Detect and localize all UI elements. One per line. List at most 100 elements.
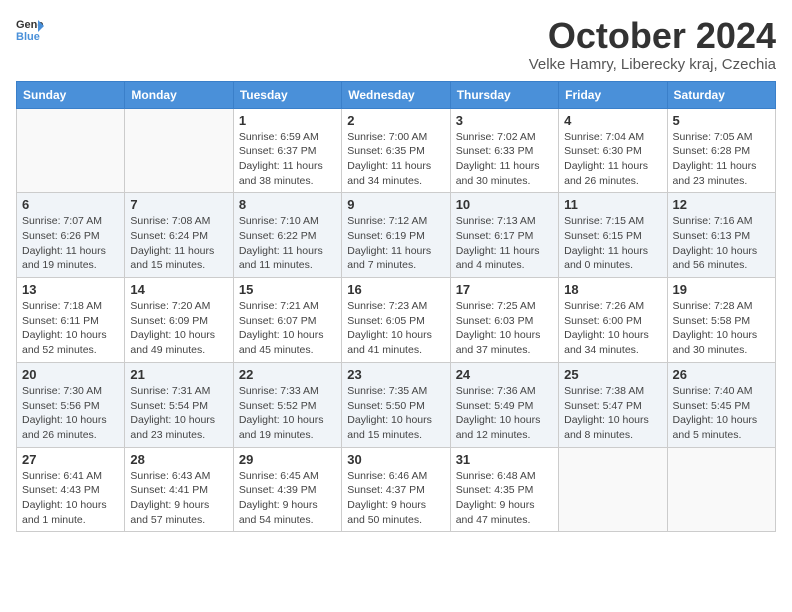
day-info: Sunrise: 7:13 AMSunset: 6:17 PMDaylight:…: [456, 214, 553, 273]
week-row-2: 6Sunrise: 7:07 AMSunset: 6:26 PMDaylight…: [17, 193, 776, 278]
title-block: October 2024 Velke Hamry, Liberecky kraj…: [529, 16, 776, 73]
weekday-header-wednesday: Wednesday: [342, 81, 450, 108]
svg-text:Blue: Blue: [16, 31, 40, 43]
day-number: 13: [22, 282, 119, 297]
calendar-cell: 21Sunrise: 7:31 AMSunset: 5:54 PMDayligh…: [125, 362, 233, 447]
calendar-cell: 26 Sunrise: 7:40 AMSunset: 5:45 PMDayligh…: [667, 362, 775, 447]
calendar-cell: 18Sunrise: 7:26 AMSunset: 6:00 PMDayligh…: [559, 278, 667, 363]
day-number: 3: [456, 113, 553, 128]
day-info: Sunrise: 7:02 AMSunset: 6:33 PMDaylight:…: [456, 130, 553, 189]
day-info: Sunrise: 7:16 AMSunset: 6:13 PMDaylight:…: [673, 214, 770, 273]
weekday-header-monday: Monday: [125, 81, 233, 108]
calendar-cell: [667, 447, 775, 532]
day-number: 27: [22, 452, 119, 467]
day-info: Sunrise: 7:15 AMSunset: 6:15 PMDaylight:…: [564, 214, 661, 273]
day-info: Sunrise: 6:46 AMSunset: 4:37 PMDaylight:…: [347, 469, 444, 528]
day-info: Sunrise: 7:30 AMSunset: 5:56 PMDaylight:…: [22, 384, 119, 443]
calendar: SundayMondayTuesdayWednesdayThursdayFrid…: [16, 81, 776, 533]
day-number: 30: [347, 452, 444, 467]
day-number: 22: [239, 367, 336, 382]
day-number: 18: [564, 282, 661, 297]
calendar-cell: 16Sunrise: 7:23 AMSunset: 6:05 PMDayligh…: [342, 278, 450, 363]
day-info: Sunrise: 7:00 AMSunset: 6:35 PMDaylight:…: [347, 130, 444, 189]
day-info: Sunrise: 6:43 AMSunset: 4:41 PMDaylight:…: [130, 469, 227, 528]
calendar-cell: 20 Sunrise: 7:30 AMSunset: 5:56 PMDayligh…: [17, 362, 125, 447]
logo-icon: General Blue: [16, 16, 44, 44]
day-info: Sunrise: 6:59 AMSunset: 6:37 PMDaylight:…: [239, 130, 336, 189]
day-number: 17: [456, 282, 553, 297]
day-number: 25: [564, 367, 661, 382]
day-number: 31: [456, 452, 553, 467]
day-number: 1: [239, 113, 336, 128]
day-info: Sunrise: 7:12 AMSunset: 6:19 PMDaylight:…: [347, 214, 444, 273]
day-info: Sunrise: 7:31 AMSunset: 5:54 PMDaylight:…: [130, 384, 227, 443]
day-info: Sunrise: 6:41 AMSunset: 4:43 PMDaylight:…: [22, 469, 119, 528]
week-row-5: 27 Sunrise: 6:41 AMSunset: 4:43 PMDayligh…: [17, 447, 776, 532]
day-info: Sunrise: 7:18 AMSunset: 6:11 PMDaylight:…: [22, 299, 119, 358]
calendar-cell: 22 Sunrise: 7:33 AMSunset: 5:52 PMDayligh…: [233, 362, 341, 447]
calendar-cell: 3 Sunrise: 7:02 AMSunset: 6:33 PMDaylight…: [450, 108, 558, 193]
location: Velke Hamry, Liberecky kraj, Czechia: [529, 56, 776, 73]
weekday-header-thursday: Thursday: [450, 81, 558, 108]
weekday-header-row: SundayMondayTuesdayWednesdayThursdayFrid…: [17, 81, 776, 108]
calendar-cell: 23 Sunrise: 7:35 AMSunset: 5:50 PMDayligh…: [342, 362, 450, 447]
day-number: 29: [239, 452, 336, 467]
logo: General Blue: [16, 16, 44, 44]
day-info: Sunrise: 7:08 AMSunset: 6:24 PMDaylight:…: [130, 214, 227, 273]
day-number: 2: [347, 113, 444, 128]
month-title: October 2024: [529, 16, 776, 56]
calendar-cell: 27 Sunrise: 6:41 AMSunset: 4:43 PMDayligh…: [17, 447, 125, 532]
day-number: 5: [673, 113, 770, 128]
calendar-cell: 10 Sunrise: 7:13 AMSunset: 6:17 PMDayligh…: [450, 193, 558, 278]
day-info: Sunrise: 7:35 AMSunset: 5:50 PMDaylight:…: [347, 384, 444, 443]
day-number: 10: [456, 197, 553, 212]
calendar-cell: 28 Sunrise: 6:43 AMSunset: 4:41 PMDayligh…: [125, 447, 233, 532]
calendar-cell: 8 Sunrise: 7:10 AMSunset: 6:22 PMDaylight…: [233, 193, 341, 278]
calendar-cell: [17, 108, 125, 193]
day-number: 24: [456, 367, 553, 382]
calendar-cell: [125, 108, 233, 193]
weekday-header-saturday: Saturday: [667, 81, 775, 108]
calendar-cell: 29Sunrise: 6:45 AMSunset: 4:39 PMDayligh…: [233, 447, 341, 532]
day-number: 4: [564, 113, 661, 128]
calendar-cell: 2 Sunrise: 7:00 AMSunset: 6:35 PMDaylight…: [342, 108, 450, 193]
day-number: 12: [673, 197, 770, 212]
day-number: 26: [673, 367, 770, 382]
calendar-cell: 6Sunrise: 7:07 AMSunset: 6:26 PMDaylight…: [17, 193, 125, 278]
calendar-cell: [559, 447, 667, 532]
day-number: 11: [564, 197, 661, 212]
day-info: Sunrise: 7:10 AMSunset: 6:22 PMDaylight:…: [239, 214, 336, 273]
day-number: 7: [130, 197, 227, 212]
weekday-header-friday: Friday: [559, 81, 667, 108]
calendar-cell: 19 Sunrise: 7:28 AMSunset: 5:58 PMDayligh…: [667, 278, 775, 363]
week-row-4: 20 Sunrise: 7:30 AMSunset: 5:56 PMDayligh…: [17, 362, 776, 447]
day-info: Sunrise: 7:28 AMSunset: 5:58 PMDaylight:…: [673, 299, 770, 358]
calendar-cell: 15Sunrise: 7:21 AMSunset: 6:07 PMDayligh…: [233, 278, 341, 363]
week-row-3: 13 Sunrise: 7:18 AMSunset: 6:11 PMDayligh…: [17, 278, 776, 363]
calendar-cell: 5Sunrise: 7:05 AMSunset: 6:28 PMDaylight…: [667, 108, 775, 193]
calendar-cell: 25Sunrise: 7:38 AMSunset: 5:47 PMDayligh…: [559, 362, 667, 447]
day-number: 14: [130, 282, 227, 297]
day-info: Sunrise: 7:04 AMSunset: 6:30 PMDaylight:…: [564, 130, 661, 189]
day-info: Sunrise: 7:25 AMSunset: 6:03 PMDaylight:…: [456, 299, 553, 358]
calendar-cell: 1 Sunrise: 6:59 AMSunset: 6:37 PMDaylight…: [233, 108, 341, 193]
day-number: 8: [239, 197, 336, 212]
day-number: 23: [347, 367, 444, 382]
day-info: Sunrise: 7:33 AMSunset: 5:52 PMDaylight:…: [239, 384, 336, 443]
calendar-cell: 11 Sunrise: 7:15 AMSunset: 6:15 PMDayligh…: [559, 193, 667, 278]
day-number: 19: [673, 282, 770, 297]
day-number: 20: [22, 367, 119, 382]
day-number: 28: [130, 452, 227, 467]
day-info: Sunrise: 6:48 AMSunset: 4:35 PMDaylight:…: [456, 469, 553, 528]
calendar-cell: 14 Sunrise: 7:20 AMSunset: 6:09 PMDayligh…: [125, 278, 233, 363]
week-row-1: 1 Sunrise: 6:59 AMSunset: 6:37 PMDaylight…: [17, 108, 776, 193]
calendar-cell: 7 Sunrise: 7:08 AMSunset: 6:24 PMDaylight…: [125, 193, 233, 278]
day-info: Sunrise: 7:20 AMSunset: 6:09 PMDaylight:…: [130, 299, 227, 358]
day-number: 9: [347, 197, 444, 212]
calendar-cell: 24 Sunrise: 7:36 AMSunset: 5:49 PMDayligh…: [450, 362, 558, 447]
day-info: Sunrise: 7:40 AMSunset: 5:45 PMDaylight:…: [673, 384, 770, 443]
calendar-cell: 13 Sunrise: 7:18 AMSunset: 6:11 PMDayligh…: [17, 278, 125, 363]
calendar-cell: 9 Sunrise: 7:12 AMSunset: 6:19 PMDaylight…: [342, 193, 450, 278]
day-info: Sunrise: 7:36 AMSunset: 5:49 PMDaylight:…: [456, 384, 553, 443]
day-info: Sunrise: 7:23 AMSunset: 6:05 PMDaylight:…: [347, 299, 444, 358]
